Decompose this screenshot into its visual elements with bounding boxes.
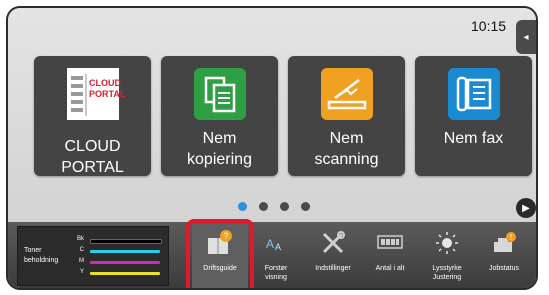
settings-button[interactable]: Indstillinger	[305, 224, 361, 288]
tile-cloud-portal[interactable]: CLOUD PORTAL CLOUD PORTAL	[34, 56, 151, 176]
toner-title: Toner beholdning	[24, 247, 59, 264]
tile-easy-fax[interactable]: Nem fax	[415, 56, 532, 176]
side-panel-tab[interactable]: ◂	[516, 20, 536, 54]
svg-text:A: A	[275, 242, 281, 252]
toner-bar-yellow	[90, 272, 160, 275]
scan-icon	[321, 68, 373, 120]
toner-bar-cyan	[90, 250, 160, 253]
button-label: Antal i alt	[375, 265, 405, 272]
total-count-button[interactable]: Antal i alt	[362, 224, 418, 288]
toner-label: Bk	[76, 236, 84, 242]
settings-tools-icon	[322, 231, 345, 254]
page-dot[interactable]	[280, 202, 289, 211]
button-label: Lysstyrke Justering	[432, 265, 462, 281]
printer-panel: 10:15 ◂ CLOUD PORTAL CLOUD PORTAL Nem ko…	[6, 6, 538, 290]
page-dot[interactable]	[238, 202, 247, 211]
tile-label: CLOUD PORTAL	[61, 138, 124, 176]
total-count-icon	[377, 235, 403, 249]
brightness-button[interactable]: Lysstyrke Justering	[419, 224, 475, 288]
job-status-icon: !	[494, 232, 516, 252]
tile-easy-copy[interactable]: Nem kopiering	[161, 56, 278, 176]
job-status-button[interactable]: ! Jobstatus	[476, 224, 532, 288]
button-label: Indstillinger	[315, 265, 351, 272]
cloud-portal-logo-text: CLOUD PORTAL	[89, 78, 126, 99]
svg-text:!: !	[510, 233, 512, 242]
clock: 10:15	[471, 18, 507, 34]
toner-label: M	[79, 258, 84, 264]
enlarge-display-button[interactable]: A A Forstør visning	[248, 224, 304, 288]
toner-level-panel[interactable]: Toner beholdning Bk C M Y	[17, 226, 169, 286]
toner-label: Y	[79, 269, 84, 275]
button-label: Forstør visning	[264, 265, 288, 281]
svg-text:A: A	[266, 237, 274, 251]
page-dot[interactable]	[301, 202, 310, 211]
tile-label: Nem fax	[443, 130, 504, 147]
next-page-button[interactable]: ▶	[516, 198, 536, 218]
toner-bar-magenta	[90, 261, 160, 264]
tile-easy-scan[interactable]: Nem scanning	[288, 56, 405, 176]
toner-label: C	[79, 247, 84, 253]
cloud-portal-icon: CLOUD PORTAL	[67, 68, 125, 120]
bottom-action-bar: Toner beholdning Bk C M Y ? Driftsguide	[8, 219, 536, 288]
home-screen: 10:15 ◂ CLOUD PORTAL CLOUD PORTAL Nem ko…	[8, 8, 536, 222]
page-dot[interactable]	[259, 202, 268, 211]
highlight-frame	[186, 219, 254, 288]
button-label: Jobstatus	[489, 265, 519, 272]
fax-icon	[448, 68, 500, 120]
toner-bar-black	[90, 239, 162, 244]
copy-icon	[194, 68, 246, 120]
page-indicator	[238, 202, 310, 214]
enlarge-display-icon: A A	[266, 237, 281, 252]
brightness-icon	[436, 232, 458, 254]
tile-label: Nem kopiering	[187, 130, 252, 168]
tile-label: Nem scanning	[314, 130, 379, 168]
